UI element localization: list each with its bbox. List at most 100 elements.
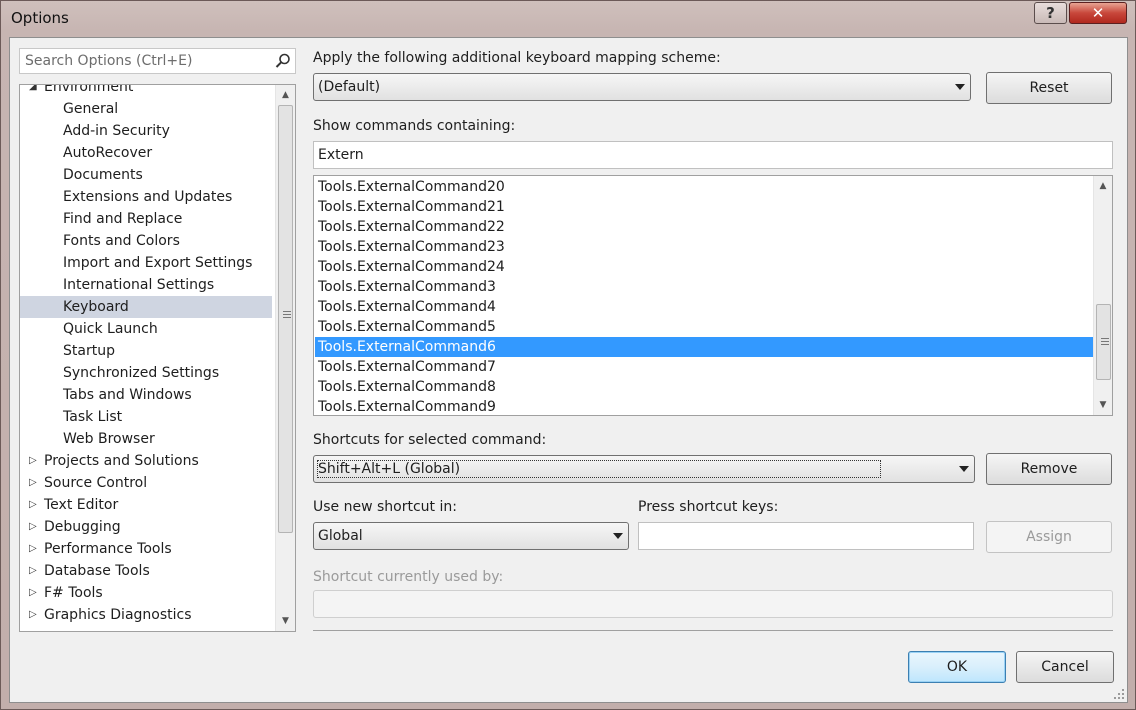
search-box bbox=[19, 48, 296, 74]
reset-button[interactable]: Reset bbox=[986, 72, 1112, 104]
footer-divider bbox=[313, 630, 1113, 631]
tree-item-label: Tabs and Windows bbox=[63, 387, 192, 403]
shortcut-keys-input[interactable] bbox=[638, 522, 974, 550]
used-by-label: Shortcut currently used by: bbox=[313, 569, 504, 585]
scroll-down-arrow-icon[interactable]: ▼ bbox=[1094, 397, 1112, 413]
scroll-up-arrow-icon[interactable]: ▲ bbox=[276, 87, 295, 103]
tree-item[interactable]: Task List bbox=[20, 406, 272, 428]
cancel-button[interactable]: Cancel bbox=[1016, 651, 1114, 683]
tree-scroll-thumb[interactable] bbox=[278, 105, 293, 533]
tree-item[interactable]: ▷ Text Editor bbox=[20, 494, 272, 516]
command-list-item[interactable]: Tools.ExternalCommand5 bbox=[315, 317, 1093, 337]
tree-item[interactable]: Import and Export Settings bbox=[20, 252, 272, 274]
command-list-item[interactable]: Tools.ExternalCommand24 bbox=[315, 257, 1093, 277]
tree-item-label: Projects and Solutions bbox=[44, 453, 199, 469]
tree-item[interactable]: ▷ Database Tools bbox=[20, 560, 272, 582]
shortcuts-label: Shortcuts for selected command: bbox=[313, 432, 547, 448]
tree-item[interactable]: Extensions and Updates bbox=[20, 186, 272, 208]
command-list-item[interactable]: Tools.ExternalCommand3 bbox=[315, 277, 1093, 297]
command-list-item[interactable]: Tools.ExternalCommand6 bbox=[315, 337, 1093, 357]
command-list-item[interactable]: Tools.ExternalCommand20 bbox=[315, 177, 1093, 197]
tree-item[interactable]: Documents bbox=[20, 164, 272, 186]
tree-item-label: Source Control bbox=[44, 475, 148, 491]
command-list-item[interactable]: Tools.ExternalCommand9 bbox=[315, 397, 1093, 415]
collapsed-triangle-icon[interactable]: ▷ bbox=[29, 494, 41, 516]
command-list-item[interactable]: Tools.ExternalCommand21 bbox=[315, 197, 1093, 217]
options-tree[interactable]: ◢ Environment General Add-in Security AutoRe… bbox=[19, 84, 296, 632]
help-button[interactable]: ? bbox=[1034, 2, 1067, 24]
tree-item[interactable]: ▷ Projects and Solutions bbox=[20, 450, 272, 472]
command-list-item[interactable]: Tools.ExternalCommand23 bbox=[315, 237, 1093, 257]
used-by-dropdown[interactable] bbox=[313, 590, 1113, 618]
tree-item[interactable]: Add-in Security bbox=[20, 120, 272, 142]
shortcut-scope-dropdown[interactable]: Global bbox=[313, 522, 629, 550]
tree-item-label: Environment bbox=[44, 84, 134, 95]
tree-item[interactable]: AutoRecover bbox=[20, 142, 272, 164]
collapsed-triangle-icon[interactable]: ▷ bbox=[29, 604, 41, 626]
chevron-down-icon bbox=[959, 466, 969, 472]
tree-item-label: Web Browser bbox=[63, 431, 155, 447]
tree-item-label: Keyboard bbox=[63, 299, 129, 315]
tree-item[interactable]: Web Browser bbox=[20, 428, 272, 450]
tree-item-label: Task List bbox=[63, 409, 123, 425]
remove-button[interactable]: Remove bbox=[986, 453, 1112, 485]
shortcuts-value: Shift+Alt+L (Global) bbox=[316, 460, 882, 478]
show-commands-label: Show commands containing: bbox=[313, 118, 516, 134]
tree-item[interactable]: ▷ Debugging bbox=[20, 516, 272, 538]
commands-list[interactable]: Tools.ExternalCommand20 Tools.ExternalCom… bbox=[313, 175, 1113, 416]
title-bar[interactable]: Options ? ✕ bbox=[1, 1, 1135, 37]
command-list-item[interactable]: Tools.ExternalCommand7 bbox=[315, 357, 1093, 377]
collapsed-triangle-icon[interactable]: ▷ bbox=[29, 516, 41, 538]
tree-item[interactable]: ▷ F# Tools bbox=[20, 582, 272, 604]
tree-scrollbar[interactable]: ▲ ▼ bbox=[275, 85, 295, 631]
ok-button[interactable]: OK bbox=[908, 651, 1006, 683]
command-list-item[interactable]: Tools.ExternalCommand8 bbox=[315, 377, 1093, 397]
mapping-scheme-dropdown[interactable]: (Default) bbox=[313, 73, 971, 101]
command-list-item[interactable]: Tools.ExternalCommand4 bbox=[315, 297, 1093, 317]
tree-item[interactable]: Quick Launch bbox=[20, 318, 272, 340]
collapsed-triangle-icon[interactable]: ▷ bbox=[29, 582, 41, 604]
resize-grip-icon[interactable] bbox=[1113, 688, 1125, 700]
tree-item-label: Add-in Security bbox=[63, 123, 170, 139]
tree-item-label: Startup bbox=[63, 343, 115, 359]
expanded-triangle-icon[interactable]: ◢ bbox=[29, 85, 41, 98]
tree-item[interactable]: ▷ Graphics Diagnostics bbox=[20, 604, 272, 626]
shortcuts-dropdown[interactable]: Shift+Alt+L (Global) bbox=[313, 455, 975, 483]
tree-item-label: Performance Tools bbox=[44, 541, 172, 557]
tree-item-label: Find and Replace bbox=[63, 211, 183, 227]
tree-item[interactable]: Synchronized Settings bbox=[20, 362, 272, 384]
tree-item[interactable]: ◢ Environment bbox=[20, 84, 272, 98]
tree-item[interactable]: Find and Replace bbox=[20, 208, 272, 230]
collapsed-triangle-icon[interactable]: ▷ bbox=[29, 538, 41, 560]
assign-button[interactable]: Assign bbox=[986, 521, 1112, 553]
scroll-down-arrow-icon[interactable]: ▼ bbox=[276, 613, 295, 629]
tree-item[interactable]: Fonts and Colors bbox=[20, 230, 272, 252]
tree-item-label: Documents bbox=[63, 167, 143, 183]
command-list-item[interactable]: Tools.ExternalCommand22 bbox=[315, 217, 1093, 237]
tree-item-label: AutoRecover bbox=[63, 145, 153, 161]
mapping-scheme-label: Apply the following additional keyboard … bbox=[313, 50, 721, 66]
tree-item-label: Text Editor bbox=[44, 497, 119, 513]
close-button[interactable]: ✕ bbox=[1069, 2, 1127, 24]
use-new-shortcut-label: Use new shortcut in: bbox=[313, 499, 457, 515]
tree-item[interactable]: ▷ Source Control bbox=[20, 472, 272, 494]
collapsed-triangle-icon[interactable]: ▷ bbox=[29, 450, 41, 472]
tree-item[interactable]: Startup bbox=[20, 340, 272, 362]
tree-item[interactable]: ▷ Performance Tools bbox=[20, 538, 272, 560]
commands-scrollbar[interactable]: ▲ ▼ bbox=[1093, 176, 1112, 415]
tree-item[interactable]: International Settings bbox=[20, 274, 272, 296]
tree-item[interactable]: Tabs and Windows bbox=[20, 384, 272, 406]
collapsed-triangle-icon[interactable]: ▷ bbox=[29, 560, 41, 582]
collapsed-triangle-icon[interactable]: ▷ bbox=[29, 472, 41, 494]
search-input[interactable] bbox=[20, 49, 278, 73]
show-commands-input[interactable]: Extern bbox=[313, 141, 1113, 169]
tree-item[interactable]: Keyboard bbox=[20, 296, 272, 318]
commands-scroll-thumb[interactable] bbox=[1096, 304, 1111, 380]
tree-item[interactable]: General bbox=[20, 98, 272, 120]
scroll-up-arrow-icon[interactable]: ▲ bbox=[1094, 178, 1112, 194]
shortcut-scope-value: Global bbox=[318, 528, 363, 544]
tree-item-label: Import and Export Settings bbox=[63, 255, 253, 271]
search-icon[interactable] bbox=[274, 52, 292, 70]
tree-item-label: Database Tools bbox=[44, 563, 150, 579]
dialog-body: ◢Environment General Add-in Security AutoRe… bbox=[9, 37, 1128, 703]
